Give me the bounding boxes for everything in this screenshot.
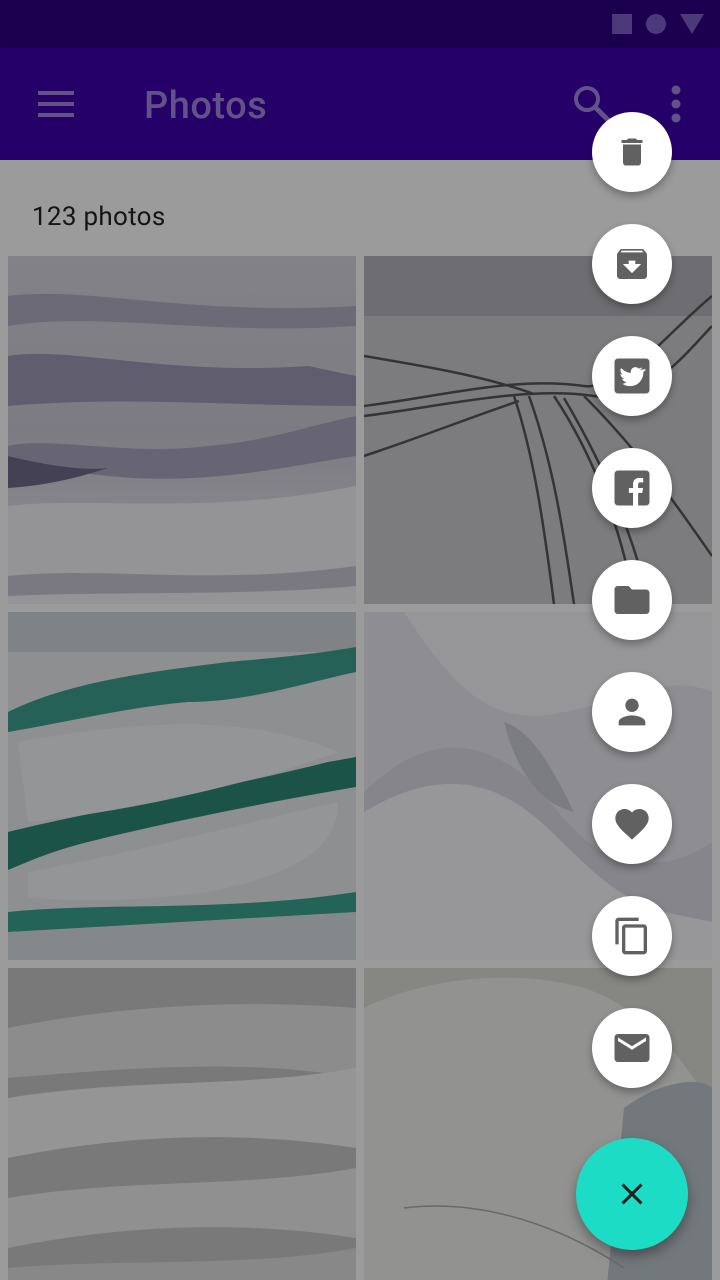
archive-button[interactable] (592, 224, 672, 304)
copy-button[interactable] (592, 896, 672, 976)
facebook-icon (614, 470, 650, 506)
delete-icon (621, 138, 643, 166)
email-button[interactable] (592, 1008, 672, 1088)
twitter-share-button[interactable] (592, 336, 672, 416)
contact-button[interactable] (592, 672, 672, 752)
delete-button[interactable] (592, 112, 672, 192)
copy-icon (615, 917, 647, 955)
close-icon (621, 1183, 643, 1205)
close-speed-dial-button[interactable] (576, 1138, 688, 1250)
person-icon (618, 698, 646, 726)
twitter-icon (614, 358, 650, 394)
facebook-share-button[interactable] (592, 448, 672, 528)
scrim-overlay[interactable] (0, 0, 720, 1280)
heart-icon (615, 809, 649, 840)
email-icon (614, 1034, 650, 1062)
favorite-button[interactable] (592, 784, 672, 864)
folder-icon (614, 586, 650, 614)
folder-button[interactable] (592, 560, 672, 640)
archive-icon (617, 249, 647, 279)
